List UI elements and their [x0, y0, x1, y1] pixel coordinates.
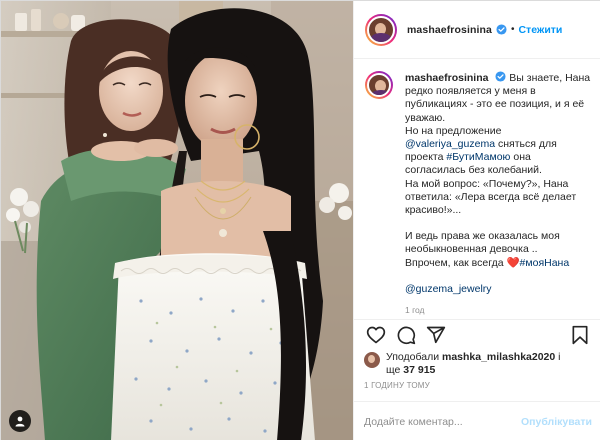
- mention-valeriya-guzema[interactable]: @valeriya_guzema: [405, 138, 495, 150]
- liker-username[interactable]: mashka_milashka2020: [442, 351, 555, 363]
- caption-gap: [405, 270, 591, 283]
- share-button[interactable]: [424, 323, 448, 347]
- post-actions-bar: [354, 319, 600, 349]
- caption-author-avatar[interactable]: [365, 71, 393, 99]
- liker-avatar[interactable]: [364, 352, 380, 368]
- mention-guzema-jewelry[interactable]: @guzema_jewelry: [405, 283, 492, 295]
- post-header: mashaefrosinina • Стежити: [354, 1, 600, 59]
- comment-form: Опублікувати: [354, 401, 600, 440]
- likes-mid: і: [555, 351, 561, 363]
- caption-line-4: И ведь права же оказалась моя необыкнове…: [405, 230, 560, 256]
- caption-row: mashaefrosinina Вы знаете, Нана редко по…: [365, 71, 591, 317]
- post-photo[interactable]: [1, 1, 353, 440]
- likes-text: Уподобали mashka_milashka2020 і ще 37 91…: [386, 351, 560, 377]
- comment-icon: [397, 326, 416, 344]
- save-button[interactable]: [568, 323, 592, 347]
- caption-timestamp[interactable]: 1 год: [405, 304, 591, 317]
- comment-input[interactable]: [364, 415, 514, 428]
- publish-button[interactable]: Опублікувати: [521, 416, 592, 428]
- likes-count[interactable]: 37 915: [403, 364, 435, 376]
- hashtag-butimamoyu[interactable]: #БутиМамою: [446, 151, 510, 163]
- post-side-panel: mashaefrosinina • Стежити mashaefrosinin…: [353, 1, 600, 440]
- post-image: [1, 1, 353, 440]
- header-separator: •: [510, 24, 515, 35]
- likes-prefix: Уподобали: [386, 351, 442, 363]
- caption-verified-badge-icon: [495, 71, 506, 82]
- caption-section: mashaefrosinina Вы знаете, Нана редко по…: [354, 59, 600, 319]
- bookmark-icon: [572, 325, 588, 344]
- share-icon: [426, 326, 446, 343]
- tagged-user-icon[interactable]: [9, 410, 31, 432]
- likes-line2-prefix: ще: [386, 364, 404, 376]
- follow-button[interactable]: Стежити: [518, 24, 562, 36]
- author-avatar[interactable]: [365, 13, 397, 46]
- author-username[interactable]: mashaefrosinina: [407, 24, 492, 36]
- heart-icon: [366, 326, 386, 343]
- caption-line-5-pre: Впрочем, как всегда: [405, 256, 507, 269]
- verified-badge-icon: [496, 24, 507, 35]
- hashtag-moyanana[interactable]: #мояНана: [520, 257, 570, 269]
- post-timestamp[interactable]: 1 ГОДИНУ ТОМУ: [364, 381, 430, 390]
- comment-button[interactable]: [394, 323, 418, 347]
- like-button[interactable]: [364, 323, 388, 347]
- caption-line-3: На мой вопрос: «Почему?», Нана ответила:…: [405, 177, 577, 217]
- caption-text: mashaefrosinina Вы знаете, Нана редко по…: [405, 71, 591, 317]
- likes-summary: Уподобали mashka_milashka2020 і ще 37 91…: [364, 351, 594, 377]
- instagram-post-modal: mashaefrosinina • Стежити mashaefrosinin…: [0, 0, 600, 440]
- caption-username[interactable]: mashaefrosinina: [405, 72, 488, 84]
- caption-gap: [405, 217, 591, 230]
- red-heart-emoji-icon: ❤️: [506, 256, 520, 269]
- caption-line-2-pre: Но на предложение: [405, 124, 502, 137]
